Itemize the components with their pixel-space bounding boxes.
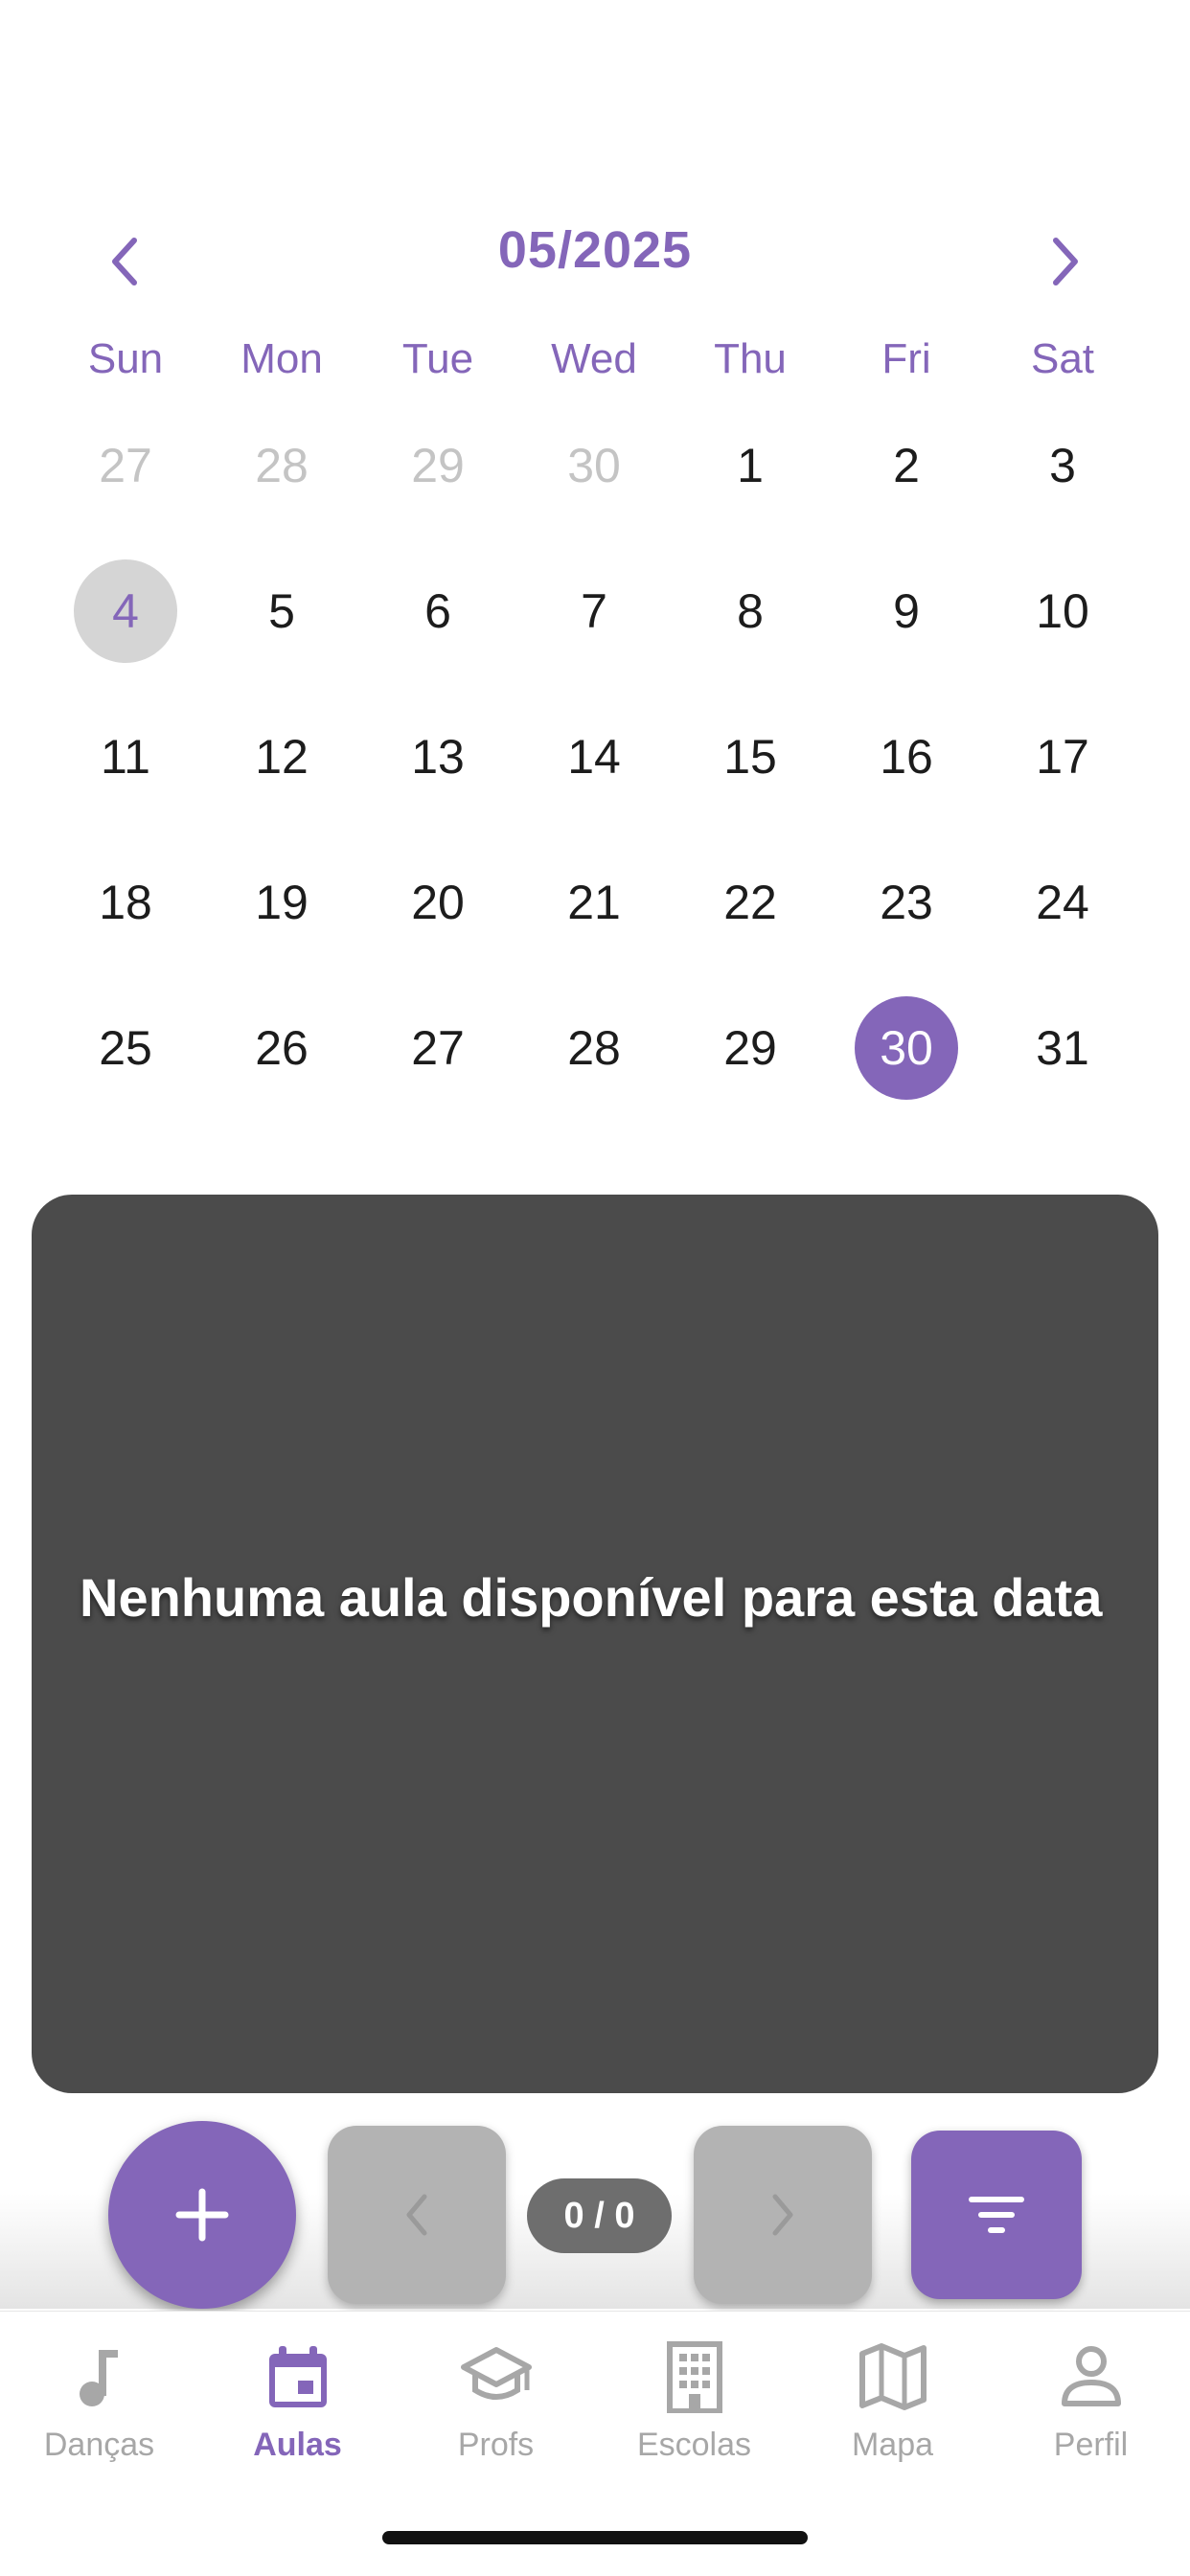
calendar-day[interactable]: 6	[386, 559, 490, 663]
calendar-day[interactable]: 19	[230, 851, 333, 954]
calendar-day[interactable]: 28	[542, 996, 646, 1100]
calendar-day[interactable]: 12	[230, 705, 333, 809]
calendar-day-today[interactable]: 4	[74, 559, 177, 663]
calendar-day[interactable]: 14	[542, 705, 646, 809]
calendar-day[interactable]: 27	[386, 996, 490, 1100]
calendar-grid: 27 28 29 30 1 2 3 4 5 6 7 8 9 10 11 12 13 14 15 16 17 18 19 20 2…	[0, 0, 1190, 1150]
calendar-day[interactable]: 11	[74, 705, 177, 809]
calendar-day[interactable]: 30	[542, 414, 646, 517]
calendar-day[interactable]: 3	[1011, 414, 1114, 517]
previous-class-button[interactable]	[328, 2126, 506, 2304]
calendar-day[interactable]: 5	[230, 559, 333, 663]
calendar-day[interactable]: 31	[1011, 996, 1114, 1100]
calendar-icon	[268, 2346, 327, 2407]
calendar-day[interactable]: 26	[230, 996, 333, 1100]
calendar-day[interactable]: 28	[230, 414, 333, 517]
next-class-button[interactable]	[694, 2126, 872, 2304]
calendar-day[interactable]: 23	[855, 851, 958, 954]
chevron-left-icon	[406, 2194, 427, 2236]
building-icon	[666, 2341, 722, 2413]
calendar-day[interactable]: 10	[1011, 559, 1114, 663]
calendar-day[interactable]: 21	[542, 851, 646, 954]
nav-label: Danças	[43, 2427, 155, 2463]
plus-icon	[175, 2188, 229, 2242]
person-icon	[1061, 2346, 1121, 2406]
calendar-day[interactable]: 9	[855, 559, 958, 663]
nav-item-dancas[interactable]: Danças	[0, 2340, 198, 2484]
calendar-day[interactable]: 8	[698, 559, 802, 663]
calendar-day[interactable]: 18	[74, 851, 177, 954]
calendar-day[interactable]: 7	[542, 559, 646, 663]
filter-icon	[969, 2197, 1024, 2233]
nav-label: Perfil	[1053, 2427, 1129, 2463]
music-note-icon	[79, 2350, 118, 2406]
home-indicator	[382, 2531, 808, 2544]
graduation-cap-icon	[460, 2347, 532, 2400]
calendar-day[interactable]: 20	[386, 851, 490, 954]
nav-label: Escolas	[636, 2427, 752, 2463]
chevron-right-icon	[772, 2194, 793, 2236]
add-class-button[interactable]	[108, 2121, 296, 2309]
calendar-day[interactable]: 27	[74, 414, 177, 517]
nav-item-mapa[interactable]: Mapa	[793, 2340, 992, 2484]
calendar-day[interactable]: 13	[386, 705, 490, 809]
map-icon	[858, 2343, 927, 2410]
calendar-day[interactable]: 2	[855, 414, 958, 517]
calendar-day[interactable]: 29	[386, 414, 490, 517]
calendar-day[interactable]: 25	[74, 996, 177, 1100]
classes-card: Nenhuma aula disponível para esta data	[32, 1195, 1158, 2093]
nav-label: Profs	[457, 2427, 535, 2463]
nav-item-aulas[interactable]: Aulas	[198, 2340, 397, 2484]
nav-item-escolas[interactable]: Escolas	[595, 2340, 793, 2484]
class-pager-count: 0 / 0	[527, 2178, 672, 2253]
filter-button[interactable]	[911, 2131, 1082, 2299]
nav-item-perfil[interactable]: Perfil	[992, 2340, 1190, 2484]
nav-label: Aulas	[253, 2427, 342, 2463]
calendar-day[interactable]: 24	[1011, 851, 1114, 954]
calendar-day[interactable]: 22	[698, 851, 802, 954]
calendar-day[interactable]: 15	[698, 705, 802, 809]
nav-item-profs[interactable]: Profs	[397, 2340, 595, 2484]
calendar-day[interactable]: 29	[698, 996, 802, 1100]
nav-label: Mapa	[851, 2427, 934, 2463]
calendar-day-selected[interactable]: 30	[855, 996, 958, 1100]
empty-state-message: Nenhuma aula disponível para esta data	[80, 1567, 1103, 1628]
calendar-day[interactable]: 17	[1011, 705, 1114, 809]
calendar-day[interactable]: 16	[855, 705, 958, 809]
calendar-day[interactable]: 1	[698, 414, 802, 517]
